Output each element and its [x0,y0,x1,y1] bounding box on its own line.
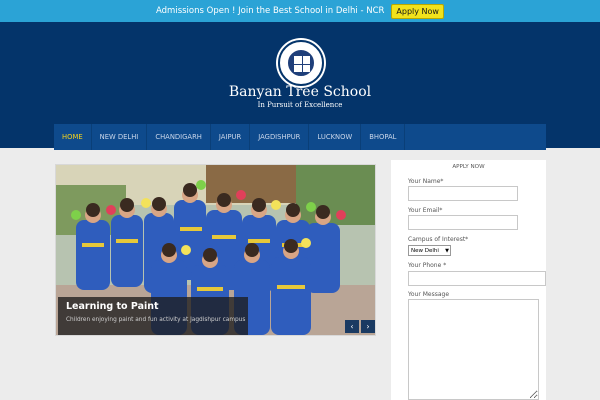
form-title: APPLY NOW [452,164,485,170]
campus-select-value: New Delhi [411,247,439,254]
caption-title: Learning to Paint [66,301,159,312]
nav-item-jagdishpur[interactable]: JAGDISHPUR [250,124,310,150]
campus-label: Campus of Interest* [408,236,469,243]
nav-item-jaipur[interactable]: JAIPUR [211,124,251,150]
school-name: Banyan Tree School [228,84,372,100]
announcement-bar: Admissions Open ! Join the Best School i… [0,0,600,22]
photo-slider[interactable]: Learning to Paint Children enjoying pain… [55,164,376,336]
nav-item-chandigarh[interactable]: CHANDIGARH [147,124,211,150]
slider-caption: Learning to Paint Children enjoying pain… [58,297,248,335]
chevron-right-icon[interactable]: › [361,320,375,333]
apply-now-button[interactable]: Apply Now [391,3,444,19]
crest-quadrants [294,56,310,72]
campus-select[interactable]: New Delhi ▼ [408,245,451,256]
announcement-text: Admissions Open ! Join the Best School i… [156,6,385,16]
chevron-down-icon: ▼ [445,248,449,254]
phone-input[interactable] [408,271,546,286]
nav-item-home[interactable]: HOME [54,124,92,150]
caption-subtitle: Children enjoying paint and fun activity… [66,317,246,323]
email-input[interactable] [408,215,518,230]
school-crest-icon[interactable] [278,40,324,86]
message-label: Your Message [408,291,450,298]
chevron-left-icon[interactable]: ‹ [345,320,359,333]
phone-label: Your Phone * [408,262,447,269]
message-textarea[interactable] [408,299,539,400]
nav-item-lucknow[interactable]: LUCKNOW [309,124,362,150]
name-input[interactable] [408,186,518,201]
slider-controls: ‹ › [345,320,375,333]
nav-item-bhopal[interactable]: BHOPAL [361,124,406,150]
crest-shield [287,49,315,77]
school-tagline: In Pursuit of Excellence [257,101,343,109]
main-nav: HOME NEW DELHI CHANDIGARH JAIPUR JAGDISH… [54,124,546,150]
site-header: Banyan Tree School In Pursuit of Excelle… [0,22,600,150]
name-label: Your Name* [408,178,444,185]
apply-now-form: APPLY NOW Your Name* Your Email* Campus … [391,160,546,400]
email-label: Your Email* [408,207,443,214]
nav-item-new-delhi[interactable]: NEW DELHI [92,124,148,150]
